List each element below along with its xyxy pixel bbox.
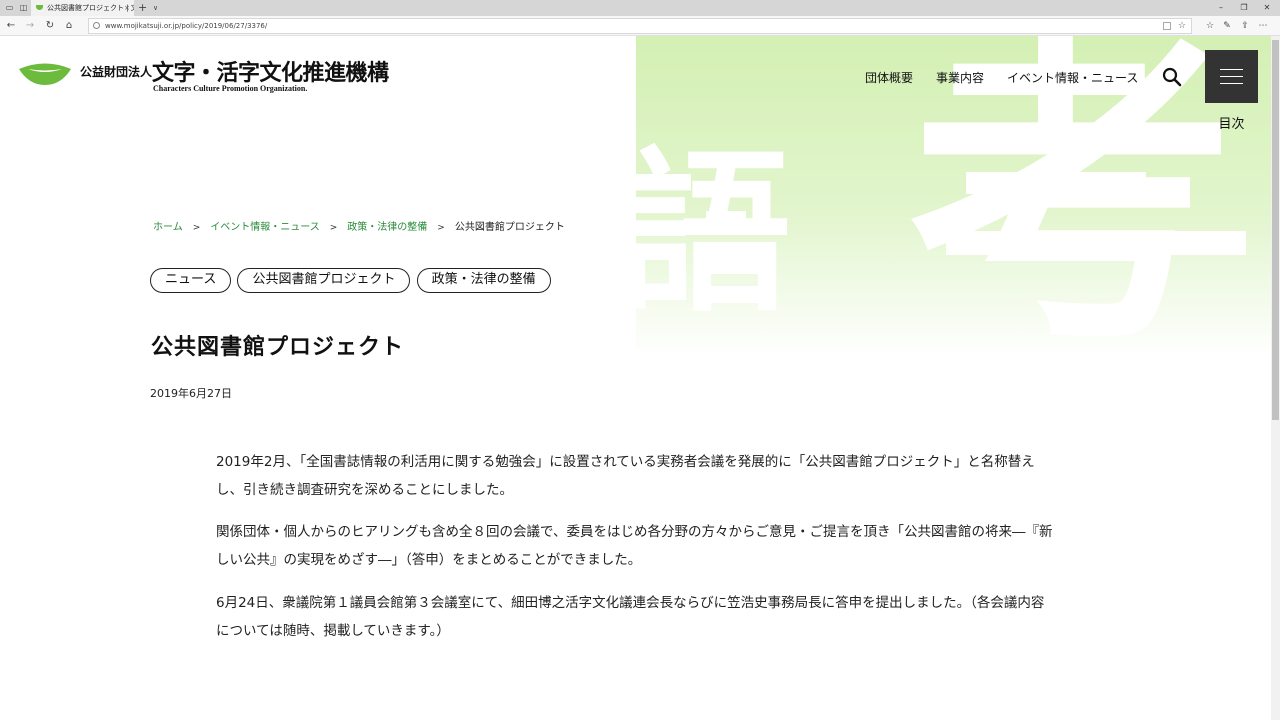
site-info-icon[interactable]: [93, 22, 100, 29]
logo-subtitle: Characters Culture Promotion Organizatio…: [153, 84, 308, 93]
address-bar[interactable]: www.mojikatsuji.or.jp/policy/2019/06/27/…: [88, 18, 1192, 34]
chevron-right-icon: >: [192, 223, 201, 233]
favorites-icon[interactable]: ☆: [1203, 18, 1217, 34]
menu-button[interactable]: [1205, 50, 1258, 103]
hero-stroke: [946, 231, 1246, 255]
back-icon[interactable]: ←: [4, 18, 18, 34]
search-icon[interactable]: [1161, 66, 1183, 88]
restore-icon[interactable]: ❐: [1233, 0, 1255, 16]
hero-glyph-left: 語: [636, 131, 791, 336]
tab-title: 公共図書館プロジェクト | 文: [47, 4, 134, 12]
breadcrumb-home[interactable]: ホーム: [153, 222, 183, 233]
nav-item-events-news[interactable]: イベント情報・ニュース: [1007, 69, 1138, 86]
site-favicon-icon: [36, 5, 43, 10]
chevron-right-icon: >: [329, 223, 338, 233]
url-text: www.mojikatsuji.or.jp/policy/2019/06/27/…: [105, 22, 268, 30]
logo-mouth-icon: [19, 63, 71, 85]
web-page: 語 考 公益財団法人 文字・活字文化推進機構 Characters Cultur…: [0, 36, 1271, 720]
close-window-icon[interactable]: ✕: [1256, 0, 1278, 16]
site-logo[interactable]: 公益財団法人 文字・活字文化推進機構 Characters Culture Pr…: [18, 56, 418, 102]
menu-label[interactable]: 目次: [1205, 113, 1258, 132]
hamburger-icon: [1220, 69, 1243, 70]
favorite-star-icon[interactable]: ☆: [1178, 19, 1186, 33]
share-icon[interactable]: ⇪: [1238, 18, 1252, 34]
nav-item-projects[interactable]: 事業内容: [936, 69, 984, 86]
hero-stroke: [706, 211, 746, 225]
article-paragraph: 関係団体・個人からのヒアリングも含め全８回の会議で、委員をはじめ各分野の方々から…: [216, 524, 1053, 568]
nav-item-about[interactable]: 団体概要: [865, 69, 913, 86]
pen-icon[interactable]: ✎: [1220, 18, 1234, 34]
page-scrollbar[interactable]: [1271, 36, 1280, 720]
page-title: 公共図書館プロジェクト: [151, 334, 405, 360]
logo-prefix: 公益財団法人: [80, 65, 153, 79]
forward-icon[interactable]: →: [23, 18, 37, 34]
chevron-right-icon: >: [437, 223, 445, 233]
scrollbar-thumb[interactable]: [1272, 40, 1279, 420]
refresh-icon[interactable]: ↻: [43, 18, 57, 34]
minimize-icon[interactable]: –: [1210, 0, 1232, 16]
breadcrumb-current: 公共図書館プロジェクト: [454, 222, 565, 233]
browser-toolbar: ← → ↻ ⌂ www.mojikatsuji.or.jp/policy/201…: [0, 16, 1280, 36]
post-date: 2019年6月27日: [150, 387, 232, 400]
tag-public-library-project[interactable]: 公共図書館プロジェクト: [237, 268, 411, 293]
tag-list: ニュース 公共図書館プロジェクト 政策・法律の整備: [150, 268, 552, 293]
reading-view-icon[interactable]: [1163, 22, 1171, 30]
tab-list-icon[interactable]: ∨: [153, 0, 158, 16]
tag-news[interactable]: ニュース: [150, 268, 232, 293]
tag-policy[interactable]: 政策・法律の整備: [416, 268, 551, 293]
article-paragraph: 6月24日、衆議院第１議員会館第３会議室にて、細田博之活字文化議連会長ならびに笠…: [216, 595, 1045, 639]
hero-stroke: [966, 172, 1146, 194]
new-tab-button[interactable]: +: [138, 0, 147, 15]
hero-stroke: [696, 258, 766, 274]
logo-title: 文字・活字文化推進機構: [152, 60, 389, 86]
home-icon[interactable]: ⌂: [62, 18, 76, 34]
browser-tab-bar: ▭ ◫ 公共図書館プロジェクト | 文 × + ∨ – ❐ ✕: [0, 0, 1280, 16]
breadcrumb: ホーム > イベント情報・ニュース > 政策・法律の整備 > 公共図書館プロジェクト: [153, 218, 565, 233]
tab-close-icon[interactable]: ×: [124, 0, 130, 16]
tab-actions-icon[interactable]: ▭: [4, 3, 15, 13]
breadcrumb-events-news[interactable]: イベント情報・ニュース: [210, 222, 320, 233]
more-icon[interactable]: ⋯: [1256, 18, 1270, 34]
breadcrumb-policy[interactable]: 政策・法律の整備: [347, 222, 427, 233]
tab-aside-icon[interactable]: ◫: [18, 3, 29, 13]
article-paragraph: 2019年2月、「全国書誌情報の利活用に関する勉強会」に設置されている実務者会議…: [216, 454, 1035, 498]
browser-tab[interactable]: 公共図書館プロジェクト | 文 ×: [31, 0, 134, 16]
